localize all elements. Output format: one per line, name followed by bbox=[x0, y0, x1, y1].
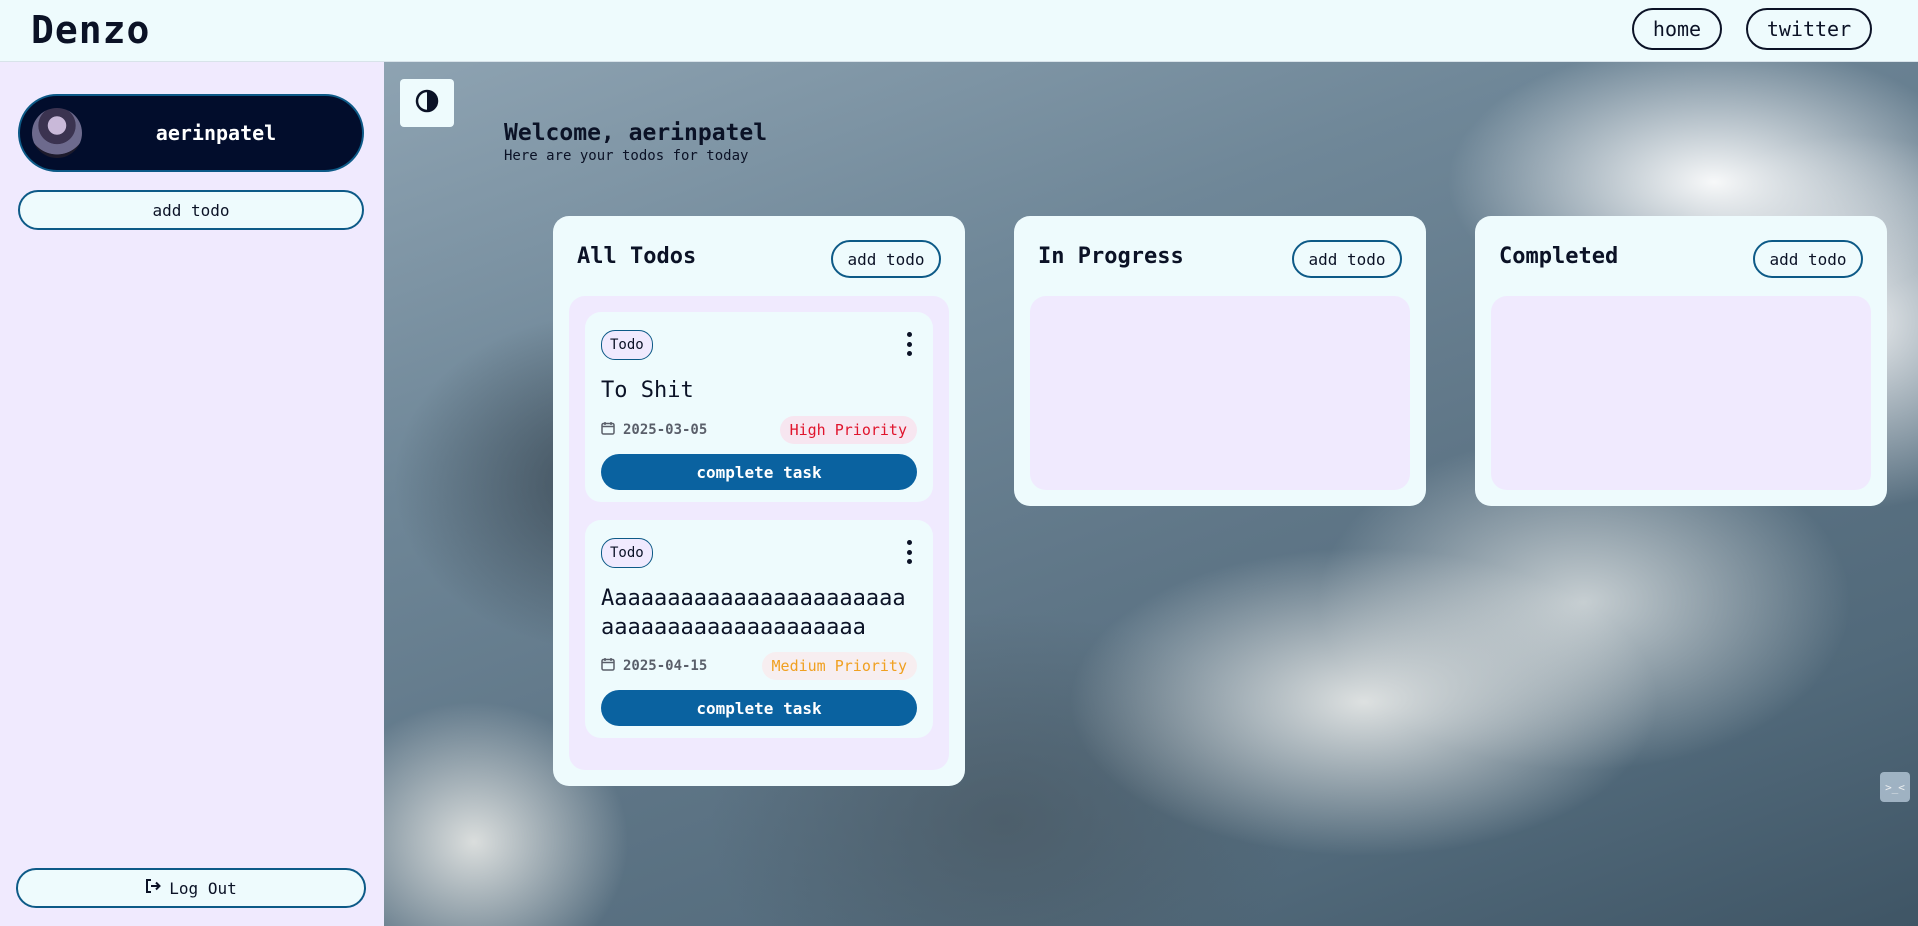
logout-icon bbox=[145, 878, 162, 898]
todo-date-text: 2025-04-15 bbox=[623, 658, 708, 674]
nav-home-button[interactable]: home bbox=[1632, 8, 1722, 50]
complete-task-button[interactable]: complete task bbox=[601, 454, 917, 490]
theme-toggle-button[interactable] bbox=[400, 79, 454, 127]
logout-button[interactable]: Log Out bbox=[16, 868, 366, 908]
todo-meta: 2025-03-05 High Priority bbox=[601, 416, 917, 444]
priority-badge: Medium Priority bbox=[761, 652, 917, 680]
column-in-progress: In Progress add todo bbox=[1014, 216, 1426, 506]
extension-icon[interactable]: >_< bbox=[1880, 772, 1910, 802]
welcome-block: Welcome, aerinpatel Here are your todos … bbox=[504, 120, 767, 164]
column-all-todos: All Todos add todo Todo To Shit 2025-03-… bbox=[553, 216, 965, 786]
column-add-todo-button[interactable]: add todo bbox=[831, 240, 941, 278]
todo-card[interactable]: Todo Aaaaaaaaaaaaaaaaaaaaaaaaaaaaaaaaaaa… bbox=[585, 520, 933, 738]
welcome-title: Welcome, aerinpatel bbox=[504, 120, 768, 146]
status-badge: Todo bbox=[601, 538, 653, 568]
column-completed: Completed add todo bbox=[1475, 216, 1887, 506]
column-drop-area[interactable] bbox=[1030, 296, 1410, 490]
todo-date: 2025-03-05 bbox=[601, 421, 707, 439]
contrast-icon bbox=[414, 88, 440, 118]
profile-username: aerinpatel bbox=[155, 121, 277, 145]
complete-task-button[interactable]: complete task bbox=[601, 690, 917, 726]
logout-label: Log Out bbox=[169, 878, 237, 898]
calendar-icon bbox=[601, 421, 615, 439]
todo-title: To Shit bbox=[601, 378, 694, 403]
nav-twitter-button[interactable]: twitter bbox=[1746, 8, 1872, 50]
todo-date: 2025-04-15 bbox=[601, 657, 707, 675]
top-bar: Denzo home twitter bbox=[0, 0, 1918, 62]
welcome-subtitle: Here are your todos for today bbox=[504, 148, 749, 164]
column-drop-area: Todo To Shit 2025-03-05 High Priority co… bbox=[569, 296, 949, 770]
column-add-todo-button[interactable]: add todo bbox=[1753, 240, 1863, 278]
avatar bbox=[32, 108, 82, 158]
sidebar: aerinpatel add todo Log Out bbox=[0, 62, 384, 926]
kebab-menu-icon[interactable] bbox=[903, 540, 915, 564]
main-area: Welcome, aerinpatel Here are your todos … bbox=[384, 62, 1918, 926]
profile-card[interactable]: aerinpatel bbox=[18, 94, 364, 172]
todo-date-text: 2025-03-05 bbox=[623, 422, 708, 438]
sidebar-add-todo-button[interactable]: add todo bbox=[18, 190, 364, 230]
kebab-menu-icon[interactable] bbox=[903, 332, 915, 356]
column-title: All Todos bbox=[577, 244, 697, 269]
todo-card[interactable]: Todo To Shit 2025-03-05 High Priority co… bbox=[585, 312, 933, 502]
column-drop-area[interactable] bbox=[1491, 296, 1871, 490]
calendar-icon bbox=[601, 657, 615, 675]
brand-logo[interactable]: Denzo bbox=[31, 8, 150, 52]
todo-meta: 2025-04-15 Medium Priority bbox=[601, 652, 917, 680]
column-add-todo-button[interactable]: add todo bbox=[1292, 240, 1402, 278]
status-badge: Todo bbox=[601, 330, 653, 360]
column-title: In Progress bbox=[1038, 244, 1184, 269]
todo-title: Aaaaaaaaaaaaaaaaaaaaaaaaaaaaaaaaaaaaaaaa… bbox=[601, 586, 906, 640]
column-title: Completed bbox=[1499, 244, 1619, 269]
priority-badge: High Priority bbox=[779, 416, 917, 444]
